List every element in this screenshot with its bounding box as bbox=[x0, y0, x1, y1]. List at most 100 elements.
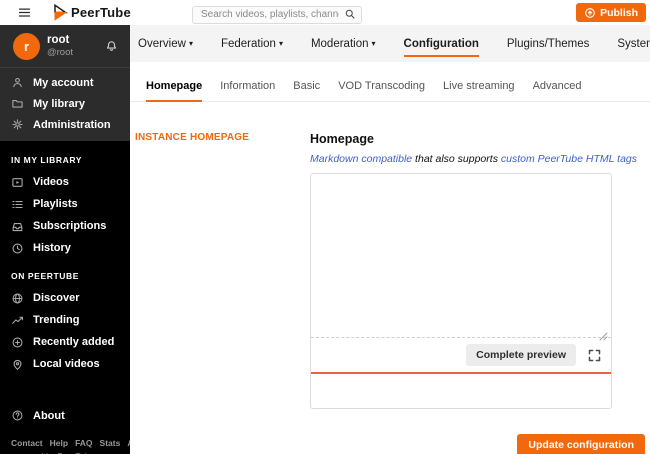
menu-toggle-icon[interactable] bbox=[17, 5, 32, 20]
markdown-preview-pane bbox=[311, 372, 611, 408]
tab-information[interactable]: Information bbox=[220, 80, 275, 101]
top-bar: PeerTube Publish bbox=[0, 0, 650, 25]
clock-icon bbox=[12, 243, 23, 253]
markdown-compatible-link[interactable]: Markdown compatible bbox=[310, 153, 412, 165]
sidebar-item-my-library[interactable]: My library bbox=[0, 93, 130, 114]
caret-down-icon: ▾ bbox=[278, 38, 283, 48]
sidebar-item-label: Administration bbox=[33, 118, 111, 131]
admin-nav-configuration[interactable]: Configuration bbox=[403, 37, 480, 57]
search-icon[interactable] bbox=[344, 7, 356, 19]
form-actions: Update configuration bbox=[310, 434, 645, 454]
user-names: root @root bbox=[47, 34, 73, 58]
maximize-icon[interactable] bbox=[587, 348, 602, 363]
footer-link-faq[interactable]: FAQ bbox=[75, 438, 92, 448]
sidebar-item-recently-added[interactable]: Recently added bbox=[0, 331, 130, 353]
sidebar-item-label: History bbox=[33, 242, 71, 254]
footer-powered-by: powered by PeerTube bbox=[0, 448, 130, 454]
sidebar-item-subscriptions[interactable]: Subscriptions bbox=[0, 215, 130, 237]
search-box bbox=[192, 4, 362, 24]
sidebar-item-local-videos[interactable]: Local videos bbox=[0, 353, 130, 375]
sidebar: r root @root My account My library Admin… bbox=[0, 25, 130, 454]
user-section: r root @root My account My library Admin… bbox=[0, 25, 130, 141]
sidebar-item-label: Videos bbox=[33, 176, 69, 188]
sidebar-item-label: Subscriptions bbox=[33, 220, 107, 232]
sidebar-item-label: Local videos bbox=[33, 358, 100, 370]
instance-homepage-anchor[interactable]: INSTANCE HOMEPAGE bbox=[135, 132, 310, 143]
sidebar-main-menu: IN MY LIBRARY Videos Playlists Subscript… bbox=[0, 141, 130, 375]
resize-grip-icon[interactable] bbox=[599, 328, 608, 341]
brand-title[interactable]: PeerTube bbox=[71, 5, 131, 20]
admin-nav-label: Overview bbox=[138, 37, 186, 50]
avatar[interactable]: r bbox=[13, 33, 40, 60]
map-pin-icon bbox=[13, 359, 22, 370]
sidebar-item-history[interactable]: History bbox=[0, 237, 130, 259]
markdown-editor: Complete preview bbox=[310, 173, 612, 409]
sidebar-item-label: Discover bbox=[33, 292, 80, 304]
sidebar-item-discover[interactable]: Discover bbox=[0, 287, 130, 309]
footer-link-help[interactable]: Help bbox=[50, 438, 68, 448]
person-icon bbox=[13, 77, 22, 88]
user-menu[interactable]: r root @root bbox=[0, 25, 130, 67]
footer-link-api[interactable]: API bbox=[127, 438, 130, 448]
search-input[interactable] bbox=[192, 5, 362, 24]
gear-icon bbox=[12, 119, 23, 130]
admin-nav-system[interactable]: System ▾ bbox=[617, 38, 650, 50]
folder-icon bbox=[12, 99, 23, 108]
form-right-column: Homepage Markdown compatible that also s… bbox=[310, 132, 645, 454]
homepage-field-label: Homepage bbox=[310, 132, 374, 146]
complete-preview-button[interactable]: Complete preview bbox=[466, 344, 576, 366]
sidebar-item-videos[interactable]: Videos bbox=[0, 171, 130, 193]
upload-icon bbox=[585, 7, 595, 18]
footer-link-stats[interactable]: Stats bbox=[100, 438, 121, 448]
plus-circle-icon bbox=[12, 337, 23, 347]
admin-nav-label: Moderation bbox=[310, 37, 369, 50]
sidebar-item-trending[interactable]: Trending bbox=[0, 309, 130, 331]
markdown-hint: Markdown compatible that also supports c… bbox=[310, 153, 637, 165]
sidebar-item-my-account[interactable]: My account bbox=[0, 72, 130, 93]
peertube-html-tags-link[interactable]: custom PeerTube HTML tags bbox=[501, 153, 637, 165]
sidebar-item-administration[interactable]: Administration bbox=[0, 114, 130, 135]
editor-actions: Complete preview bbox=[311, 338, 611, 372]
tab-live-streaming[interactable]: Live streaming bbox=[443, 80, 515, 101]
user-handle: @root bbox=[47, 46, 74, 58]
footer-links: Contact Help FAQ Stats API bbox=[0, 426, 130, 448]
admin-nav-federation[interactable]: Federation ▾ bbox=[221, 38, 283, 50]
tab-vod-transcoding[interactable]: VOD Transcoding bbox=[338, 80, 425, 101]
playlist-icon bbox=[12, 200, 23, 208]
config-content: INSTANCE HOMEPAGE Homepage Markdown comp… bbox=[130, 102, 650, 454]
homepage-textarea[interactable] bbox=[311, 174, 611, 338]
sidebar-item-about[interactable]: About bbox=[0, 405, 130, 426]
inbox-icon bbox=[12, 222, 23, 231]
globe-icon bbox=[12, 293, 23, 303]
caret-down-icon: ▾ bbox=[188, 38, 193, 48]
tab-homepage[interactable]: Homepage bbox=[146, 80, 203, 102]
publish-label: Publish bbox=[600, 6, 638, 19]
admin-nav-label: Configuration bbox=[403, 37, 479, 50]
sidebar-item-playlists[interactable]: Playlists bbox=[0, 193, 130, 215]
sidebar-item-label: Recently added bbox=[33, 336, 115, 348]
sidebar-item-label: My account bbox=[33, 76, 94, 89]
peertube-logo-icon[interactable] bbox=[52, 3, 69, 21]
admin-nav-plugins-themes[interactable]: Plugins/Themes bbox=[507, 38, 589, 50]
tab-basic[interactable]: Basic bbox=[293, 80, 320, 101]
sidebar-item-label: Playlists bbox=[33, 198, 78, 210]
video-icon bbox=[12, 177, 23, 187]
admin-nav-moderation[interactable]: Moderation ▾ bbox=[311, 38, 376, 50]
notifications-bell-icon[interactable] bbox=[104, 38, 119, 53]
section-heading: IN MY LIBRARY bbox=[11, 155, 83, 165]
admin-nav-label: Plugins/Themes bbox=[506, 37, 590, 50]
hint-middle-text: that also supports bbox=[412, 153, 501, 165]
update-configuration-button[interactable]: Update configuration bbox=[517, 434, 645, 454]
tab-advanced[interactable]: Advanced bbox=[533, 80, 582, 101]
divider bbox=[0, 67, 130, 68]
sidebar-footer: About Contact Help FAQ Stats API powered… bbox=[0, 405, 130, 454]
admin-nav-overview[interactable]: Overview ▾ bbox=[138, 38, 193, 50]
section-heading: ON PEERTUBE bbox=[11, 271, 79, 281]
form-left-column: INSTANCE HOMEPAGE bbox=[135, 132, 310, 454]
footer-link-contact[interactable]: Contact bbox=[11, 438, 43, 448]
admin-nav-label: System bbox=[617, 37, 650, 50]
user-name: root bbox=[47, 34, 70, 47]
sidebar-item-label: My library bbox=[33, 97, 85, 110]
admin-nav: Overview ▾ Federation ▾ Moderation ▾ Con… bbox=[130, 25, 650, 62]
publish-button[interactable]: Publish bbox=[576, 3, 646, 22]
